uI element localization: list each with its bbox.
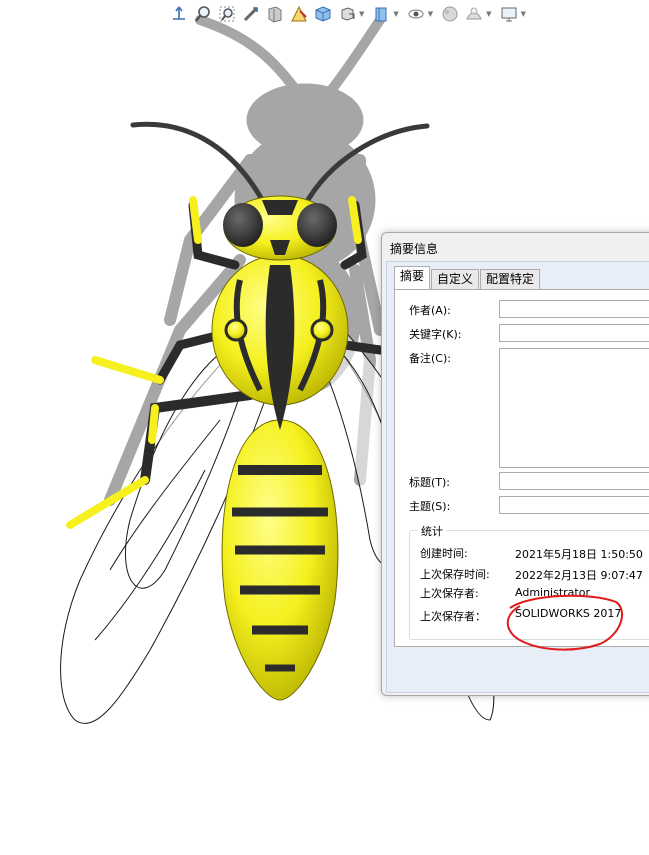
section-view-icon[interactable] xyxy=(264,3,286,25)
hide-show-icon[interactable] xyxy=(405,3,427,25)
zoom-to-fit-icon[interactable] xyxy=(192,3,214,25)
abdomen xyxy=(221,419,339,701)
tab-summary[interactable]: 摘要 xyxy=(394,266,431,289)
title-field[interactable] xyxy=(499,472,649,490)
comments-field[interactable] xyxy=(499,348,649,468)
view-orientation-icon[interactable] xyxy=(168,3,190,25)
chevron-down-icon[interactable]: ▼ xyxy=(428,10,433,18)
chevron-down-icon[interactable]: ▼ xyxy=(359,10,364,18)
dialog-title: 摘要信息 xyxy=(390,242,439,256)
chevron-down-icon[interactable]: ▼ xyxy=(486,10,491,18)
display-style-icon[interactable] xyxy=(336,3,358,25)
head xyxy=(223,195,337,261)
zoom-area-icon[interactable] xyxy=(216,3,238,25)
statistics-group-label: 统计 xyxy=(418,523,446,539)
view-orientation-dropdown-icon[interactable] xyxy=(370,3,392,25)
author-label: 作者(A): xyxy=(409,304,451,317)
keywords-label: 关键字(K): xyxy=(409,328,462,341)
tab-config-specific[interactable]: 配置特定 xyxy=(480,269,541,289)
subject-field[interactable] xyxy=(499,496,649,514)
dynamic-annotation-icon[interactable] xyxy=(288,3,310,25)
last-saved-time-value: 2022年2月13日 9:07:47 xyxy=(515,569,643,582)
comments-label: 备注(C): xyxy=(409,352,451,365)
author-field[interactable] xyxy=(499,300,649,318)
subject-label: 主题(S): xyxy=(409,500,451,513)
view-cube-icon[interactable] xyxy=(312,3,334,25)
last-saved-time-label: 上次保存时间: xyxy=(420,568,490,581)
title-label: 标题(T): xyxy=(409,476,451,489)
previous-view-icon[interactable] xyxy=(240,3,262,25)
chevron-down-icon[interactable]: ▼ xyxy=(521,10,526,18)
heads-up-toolbar: ▼ ▼ ▼ ▼ ▼ xyxy=(168,2,530,26)
edit-appearance-icon[interactable] xyxy=(439,3,461,25)
created-value: 2021年5月18日 1:50:50 xyxy=(515,548,643,561)
last-saved-by-label: 上次保存者: xyxy=(420,587,479,600)
apply-scene-icon[interactable] xyxy=(463,3,485,25)
last-saved-with-label: 上次保存者： xyxy=(420,610,486,623)
annotation-circle xyxy=(506,594,624,651)
tab-custom[interactable]: 自定义 xyxy=(431,269,480,289)
view-settings-icon[interactable] xyxy=(498,3,520,25)
keywords-field[interactable] xyxy=(499,324,649,342)
created-label: 创建时间: xyxy=(420,547,468,560)
dialog-tabs: 摘要 自定义 配置特定 xyxy=(394,266,541,289)
chevron-down-icon[interactable]: ▼ xyxy=(393,10,398,18)
